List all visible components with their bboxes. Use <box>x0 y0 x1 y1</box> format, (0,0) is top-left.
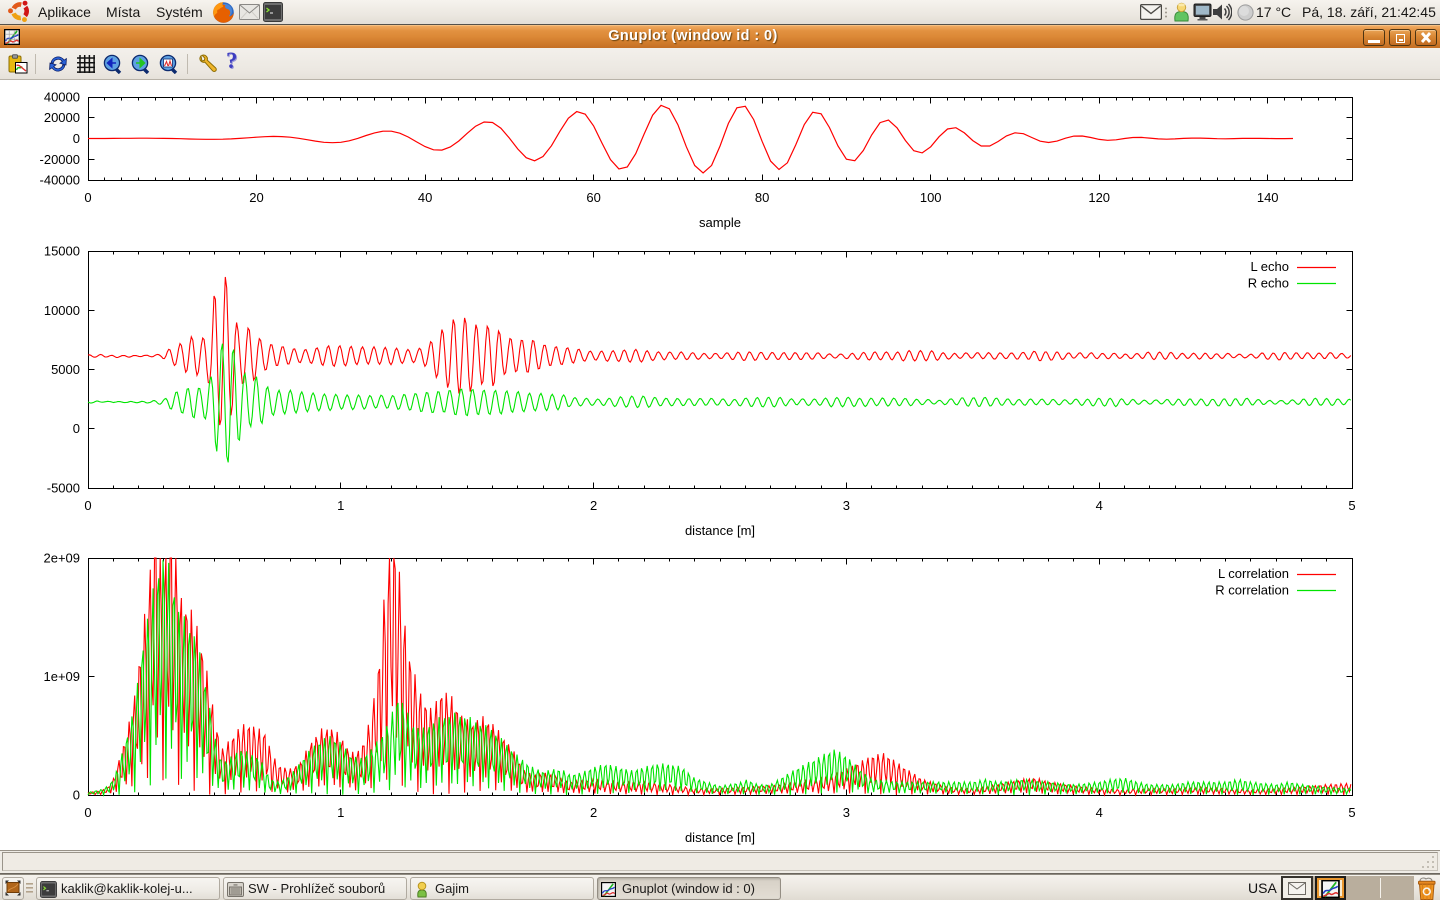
svg-text:-20000: -20000 <box>40 152 80 167</box>
svg-text:sample: sample <box>699 215 741 230</box>
svg-text:40: 40 <box>418 190 432 205</box>
svg-text:140: 140 <box>1257 190 1279 205</box>
svg-text:1e+09: 1e+09 <box>43 669 80 684</box>
svg-text:40000: 40000 <box>44 90 80 105</box>
svg-text:1: 1 <box>337 805 344 820</box>
svg-text:3: 3 <box>843 498 850 513</box>
svg-text:3: 3 <box>843 805 850 820</box>
svg-text:80: 80 <box>755 190 769 205</box>
svg-text:distance [m]: distance [m] <box>685 523 755 538</box>
svg-text:4: 4 <box>1096 498 1103 513</box>
svg-text:0: 0 <box>73 131 80 146</box>
svg-text:5: 5 <box>1348 805 1355 820</box>
svg-text:20000: 20000 <box>44 110 80 125</box>
svg-text:120: 120 <box>1088 190 1110 205</box>
svg-text:60: 60 <box>586 190 600 205</box>
svg-text:1: 1 <box>337 498 344 513</box>
svg-text:0: 0 <box>73 421 80 436</box>
svg-text:R echo: R echo <box>1248 276 1289 291</box>
svg-text:20: 20 <box>249 190 263 205</box>
svg-text:L echo: L echo <box>1250 259 1289 274</box>
svg-text:2: 2 <box>590 805 597 820</box>
svg-text:0: 0 <box>84 805 91 820</box>
svg-text:5: 5 <box>1348 498 1355 513</box>
svg-text:15000: 15000 <box>44 244 80 259</box>
svg-text:0: 0 <box>84 498 91 513</box>
svg-text:0: 0 <box>84 190 91 205</box>
svg-text:100: 100 <box>920 190 942 205</box>
svg-text:-40000: -40000 <box>40 173 80 188</box>
svg-text:R correlation: R correlation <box>1215 583 1289 598</box>
svg-text:2e+09: 2e+09 <box>43 551 80 566</box>
svg-text:5000: 5000 <box>51 362 80 377</box>
svg-text:2: 2 <box>590 498 597 513</box>
svg-text:distance [m]: distance [m] <box>685 830 755 845</box>
svg-text:0: 0 <box>73 788 80 803</box>
svg-text:-5000: -5000 <box>47 481 80 496</box>
svg-text:L correlation: L correlation <box>1218 566 1289 581</box>
svg-text:4: 4 <box>1096 805 1103 820</box>
svg-text:10000: 10000 <box>44 303 80 318</box>
